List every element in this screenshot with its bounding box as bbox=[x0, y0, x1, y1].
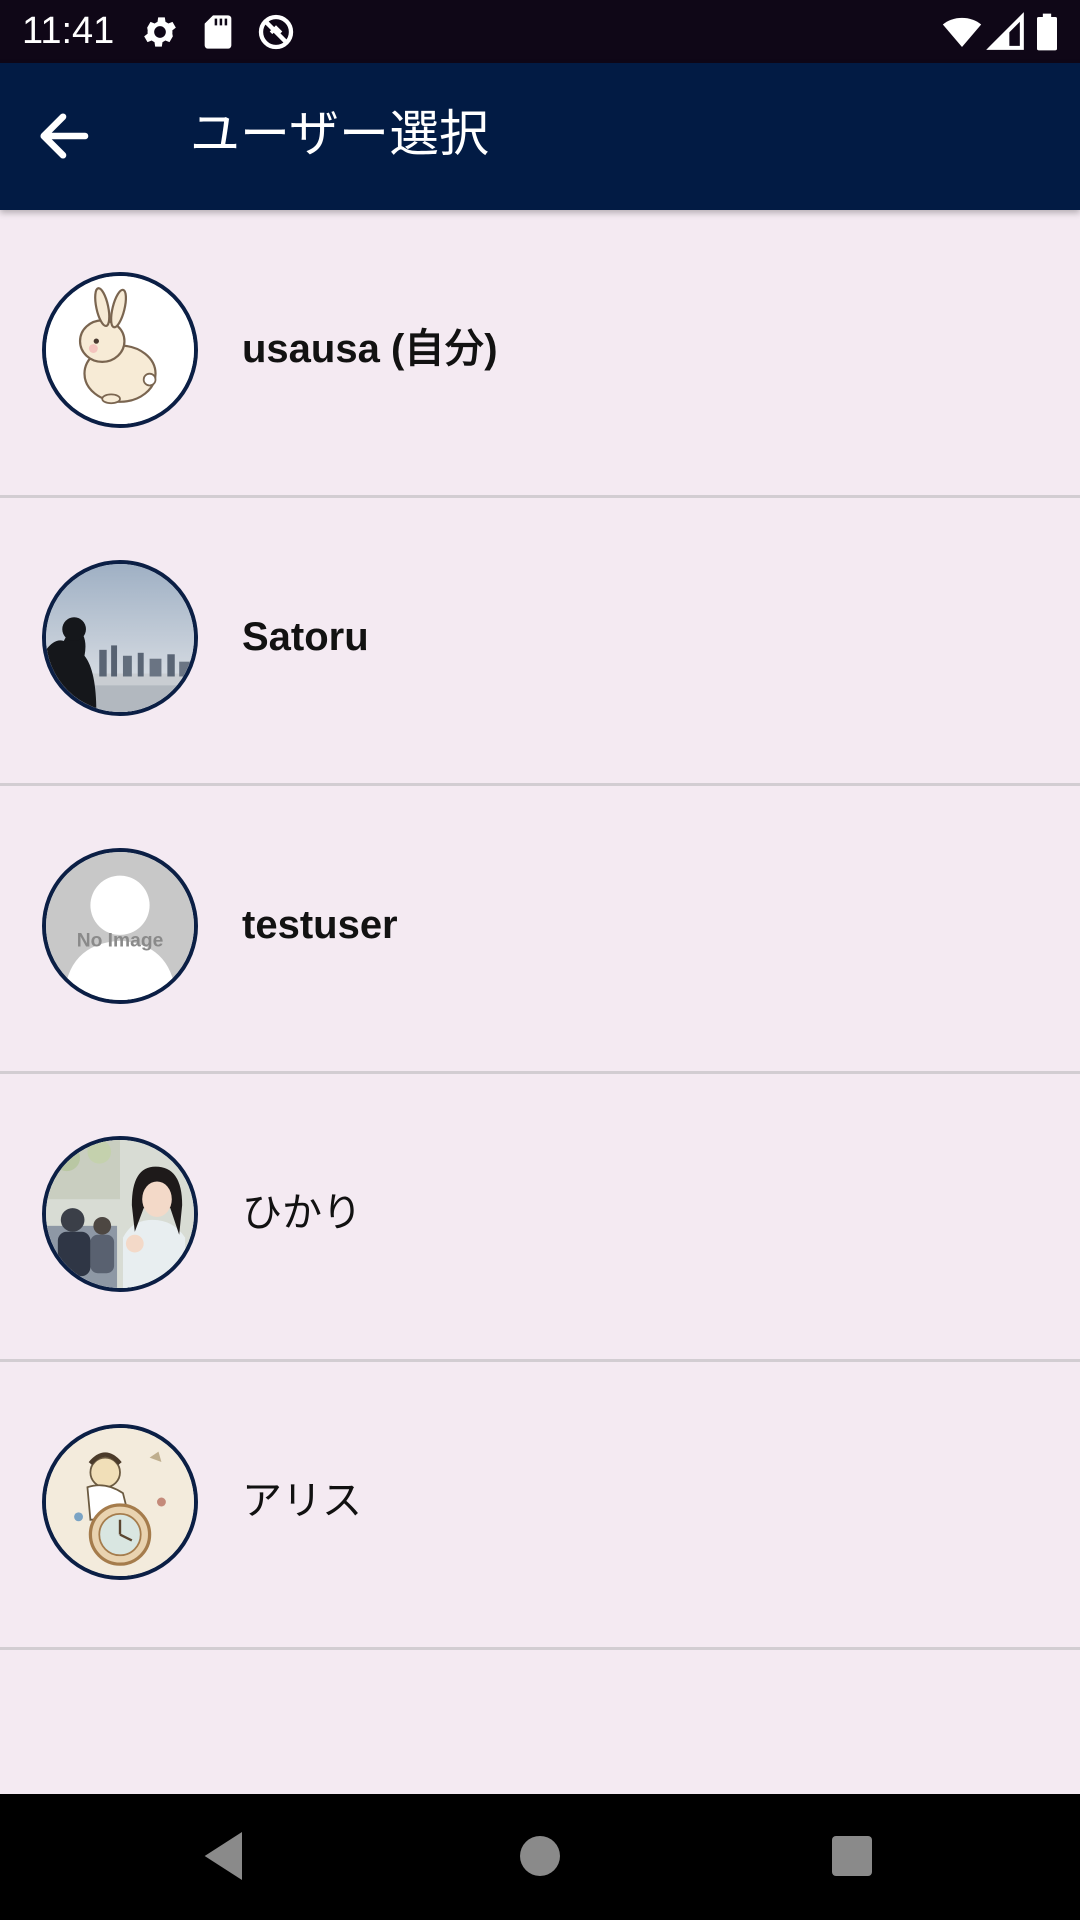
user-row-alice[interactable]: アリス bbox=[0, 1362, 1080, 1650]
user-row-usausa[interactable]: usausa (自分) bbox=[0, 210, 1080, 498]
user-row-testuser[interactable]: No Image testuser bbox=[0, 786, 1080, 1074]
avatar-hikari bbox=[42, 1136, 198, 1292]
user-name: testuser bbox=[242, 903, 398, 947]
navigation-bar bbox=[0, 1794, 1080, 1920]
back-button[interactable] bbox=[30, 103, 96, 169]
arrow-back-icon bbox=[40, 113, 89, 159]
user-list: usausa (自分) Satoru No Image testuser ひかり… bbox=[0, 210, 1080, 1650]
signal-icon bbox=[986, 12, 1026, 52]
wifi-icon bbox=[942, 12, 982, 52]
back-triangle-icon bbox=[204, 1832, 242, 1880]
page-title: ユーザー選択 bbox=[190, 105, 489, 163]
avatar-satoru bbox=[42, 560, 198, 716]
home-circle-icon bbox=[520, 1836, 560, 1876]
no-image-avatar: No Image bbox=[42, 848, 198, 1004]
app-bar: ユーザー選択 bbox=[0, 63, 1080, 210]
status-bar: 11:41 bbox=[0, 0, 1080, 63]
status-time: 11:41 bbox=[22, 10, 115, 52]
gear-icon bbox=[140, 12, 180, 52]
data-saver-icon bbox=[256, 12, 296, 52]
user-name: ひかり bbox=[242, 1190, 362, 1236]
nav-home-button[interactable] bbox=[508, 1824, 572, 1888]
user-name: アリス bbox=[242, 1478, 362, 1524]
avatar-rabbit bbox=[42, 272, 198, 428]
avatar-alice bbox=[42, 1424, 198, 1580]
user-row-satoru[interactable]: Satoru bbox=[0, 498, 1080, 786]
recents-square-icon bbox=[832, 1836, 872, 1876]
user-row-hikari[interactable]: ひかり bbox=[0, 1074, 1080, 1362]
user-name: Satoru bbox=[242, 615, 369, 659]
nav-recents-button[interactable] bbox=[820, 1824, 884, 1888]
no-image-text: No Image bbox=[77, 931, 164, 952]
user-name: usausa (自分) bbox=[242, 327, 498, 371]
nav-back-button[interactable] bbox=[194, 1824, 258, 1888]
sd-card-icon bbox=[198, 12, 238, 52]
battery-icon bbox=[1030, 12, 1064, 52]
